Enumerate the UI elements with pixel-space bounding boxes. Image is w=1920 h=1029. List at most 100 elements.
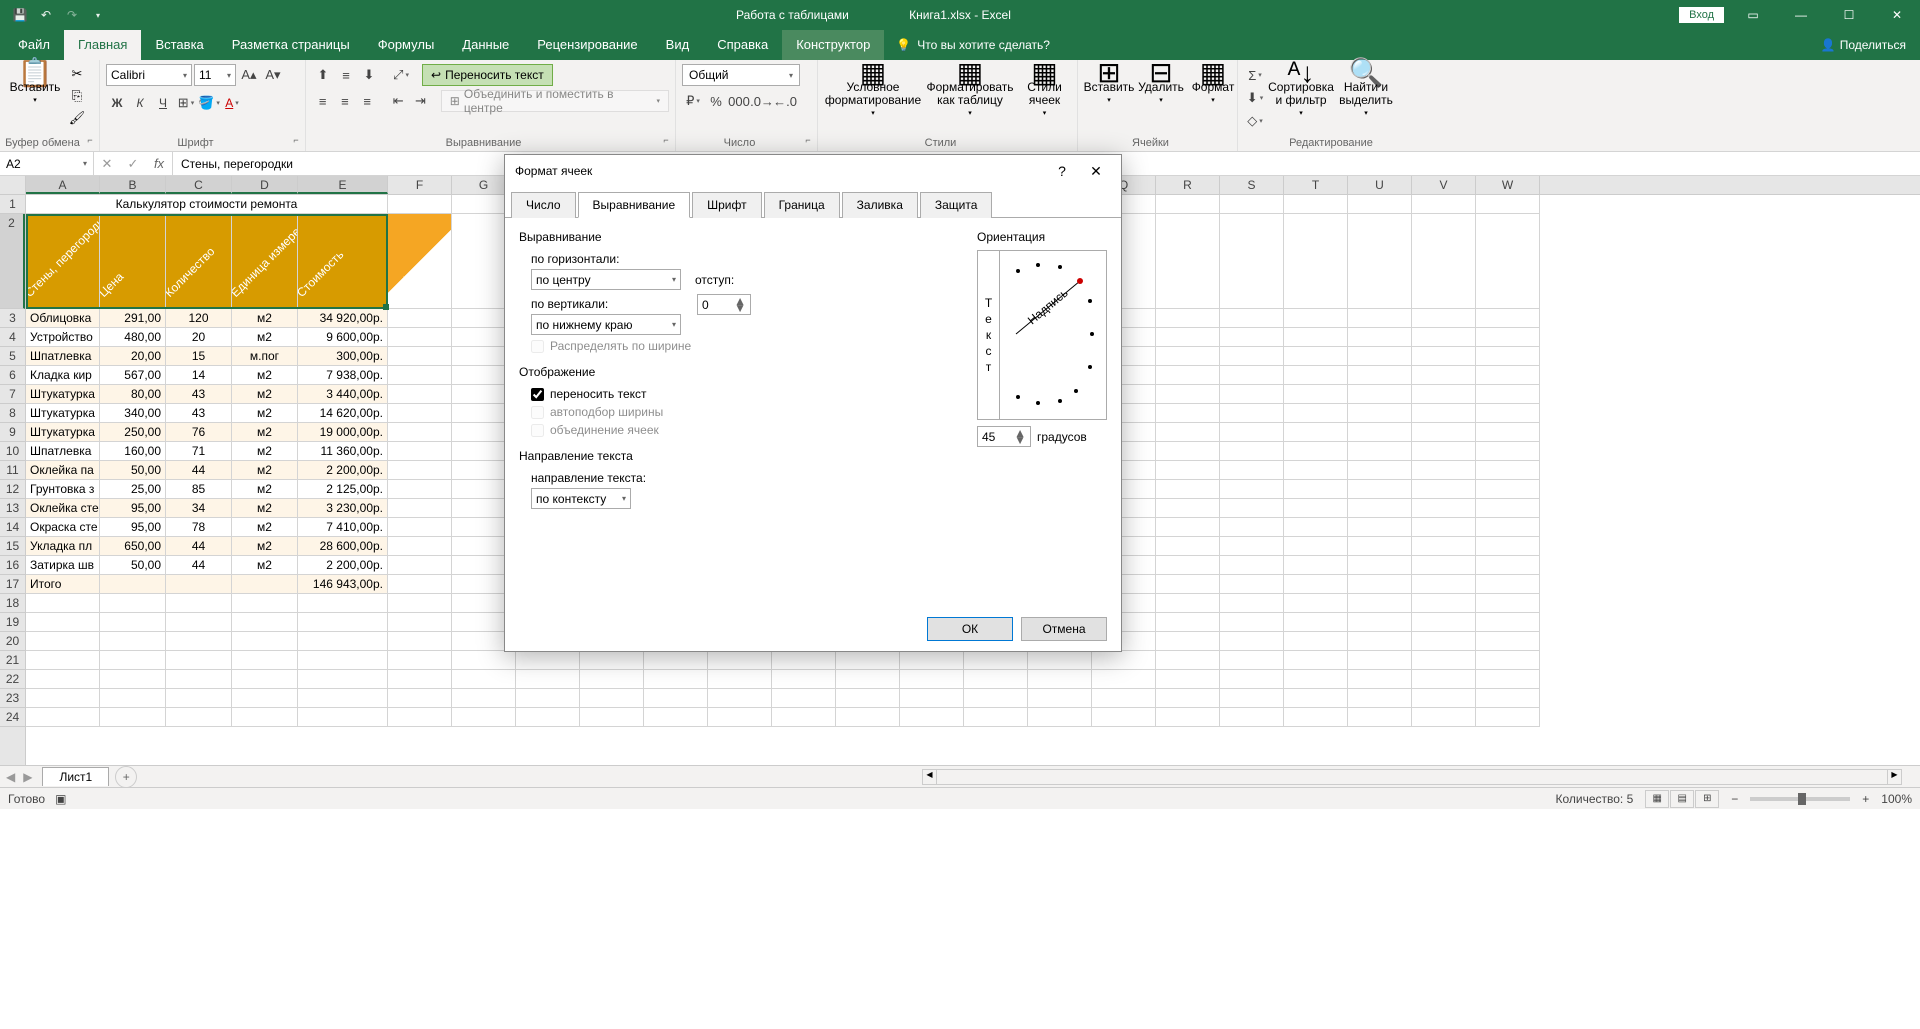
cell[interactable] xyxy=(1284,537,1348,556)
increase-decimal-icon[interactable]: .0→ xyxy=(751,90,773,112)
tab-fill[interactable]: Заливка xyxy=(842,192,918,218)
cell[interactable]: Укладка пл xyxy=(26,537,100,556)
cell[interactable] xyxy=(1284,708,1348,727)
enter-formula-icon[interactable]: ✓ xyxy=(120,152,146,175)
cell[interactable]: м2 xyxy=(232,423,298,442)
cell[interactable] xyxy=(1284,404,1348,423)
cell[interactable]: 3 440,00р. xyxy=(298,385,388,404)
autosum-button[interactable]: Σ xyxy=(1244,64,1266,86)
cell[interactable] xyxy=(26,651,100,670)
cell[interactable] xyxy=(1156,195,1220,214)
column-header[interactable]: S xyxy=(1220,176,1284,194)
delete-cells-button[interactable]: ⊟Удалить▾ xyxy=(1136,64,1186,109)
orientation-preview[interactable]: Текст Надпись xyxy=(977,250,1107,420)
cell[interactable]: м2 xyxy=(232,556,298,575)
column-header[interactable]: D xyxy=(232,176,298,194)
cell[interactable]: м2 xyxy=(232,385,298,404)
vertical-align-combo[interactable]: по нижнему краю▾ xyxy=(531,314,681,335)
cell[interactable] xyxy=(1476,442,1540,461)
orientation-dial-icon[interactable]: Надпись xyxy=(1008,259,1098,409)
cell[interactable] xyxy=(232,632,298,651)
cell[interactable] xyxy=(26,689,100,708)
vertical-text-button[interactable]: Текст xyxy=(978,251,1000,419)
cell[interactable] xyxy=(298,689,388,708)
cell[interactable] xyxy=(1412,309,1476,328)
select-all-button[interactable] xyxy=(0,176,26,195)
cancel-button[interactable]: Отмена xyxy=(1021,617,1107,641)
cell[interactable] xyxy=(1156,689,1220,708)
cell[interactable] xyxy=(1156,613,1220,632)
cell[interactable] xyxy=(1028,670,1092,689)
cell[interactable] xyxy=(388,518,452,537)
cell[interactable] xyxy=(388,537,452,556)
cell[interactable] xyxy=(1284,461,1348,480)
cell[interactable] xyxy=(1348,442,1412,461)
cell[interactable] xyxy=(708,651,772,670)
cell[interactable] xyxy=(298,594,388,613)
cell[interactable] xyxy=(452,670,516,689)
cell[interactable] xyxy=(1220,651,1284,670)
cell[interactable]: 2 125,00р. xyxy=(298,480,388,499)
cell[interactable]: 28 600,00р. xyxy=(298,537,388,556)
tab-table-design[interactable]: Конструктор xyxy=(782,30,884,60)
cell[interactable]: Облицовка xyxy=(26,309,100,328)
cell[interactable]: Штукатурка xyxy=(26,385,100,404)
cell[interactable]: 44 xyxy=(166,461,232,480)
cell[interactable]: Устройство xyxy=(26,328,100,347)
cell[interactable] xyxy=(1476,461,1540,480)
cell[interactable] xyxy=(1476,480,1540,499)
cell[interactable] xyxy=(1156,442,1220,461)
cell[interactable] xyxy=(516,651,580,670)
cell[interactable]: Калькулятор стоимости ремонта xyxy=(26,195,388,214)
cell[interactable] xyxy=(1476,385,1540,404)
cell[interactable] xyxy=(1476,499,1540,518)
cell[interactable] xyxy=(1348,480,1412,499)
next-sheet-icon[interactable]: ▶ xyxy=(23,770,32,784)
cell[interactable]: 340,00 xyxy=(100,404,166,423)
cell[interactable] xyxy=(388,309,452,328)
cell[interactable] xyxy=(1156,499,1220,518)
percent-button[interactable]: % xyxy=(705,90,727,112)
cell[interactable] xyxy=(1220,575,1284,594)
cell[interactable]: Окраска сте xyxy=(26,518,100,537)
sheet-tab-1[interactable]: Лист1 xyxy=(42,767,109,786)
row-header[interactable]: 12 xyxy=(0,480,25,499)
cell[interactable] xyxy=(166,575,232,594)
cell[interactable] xyxy=(580,708,644,727)
tab-alignment[interactable]: Выравнивание xyxy=(578,192,691,218)
column-header[interactable]: F xyxy=(388,176,452,194)
find-select-button[interactable]: 🔍Найти и выделить▾ xyxy=(1336,64,1396,122)
save-icon[interactable]: 💾 xyxy=(8,3,32,27)
font-launcher-icon[interactable]: ⌐ xyxy=(289,135,303,149)
tab-home[interactable]: Главная xyxy=(64,30,141,60)
cell[interactable] xyxy=(1220,328,1284,347)
cell[interactable] xyxy=(1220,708,1284,727)
cell[interactable] xyxy=(166,670,232,689)
cell[interactable] xyxy=(1476,423,1540,442)
cell[interactable] xyxy=(1284,385,1348,404)
cell[interactable] xyxy=(1412,613,1476,632)
cell[interactable] xyxy=(1476,594,1540,613)
cell[interactable] xyxy=(1412,366,1476,385)
cell[interactable] xyxy=(1284,366,1348,385)
fx-icon[interactable]: fx xyxy=(146,152,172,175)
align-middle-icon[interactable]: ≡ xyxy=(335,64,357,86)
cell[interactable] xyxy=(1348,309,1412,328)
cell[interactable] xyxy=(388,651,452,670)
cell[interactable] xyxy=(1284,347,1348,366)
cell[interactable] xyxy=(900,689,964,708)
cell[interactable]: 14 xyxy=(166,366,232,385)
cell[interactable] xyxy=(1476,689,1540,708)
row-header[interactable]: 3 xyxy=(0,309,25,328)
undo-icon[interactable]: ↶ xyxy=(34,3,58,27)
dialog-titlebar[interactable]: Формат ячеек ? ✕ xyxy=(505,155,1121,187)
cell[interactable] xyxy=(772,689,836,708)
cell[interactable] xyxy=(1156,518,1220,537)
cell[interactable]: м2 xyxy=(232,404,298,423)
cell[interactable] xyxy=(388,575,452,594)
fill-color-button[interactable]: 🪣 xyxy=(198,92,220,114)
cell[interactable] xyxy=(772,670,836,689)
column-header[interactable]: A xyxy=(26,176,100,194)
tab-page-layout[interactable]: Разметка страницы xyxy=(218,30,364,60)
row-header[interactable]: 1 xyxy=(0,195,25,214)
